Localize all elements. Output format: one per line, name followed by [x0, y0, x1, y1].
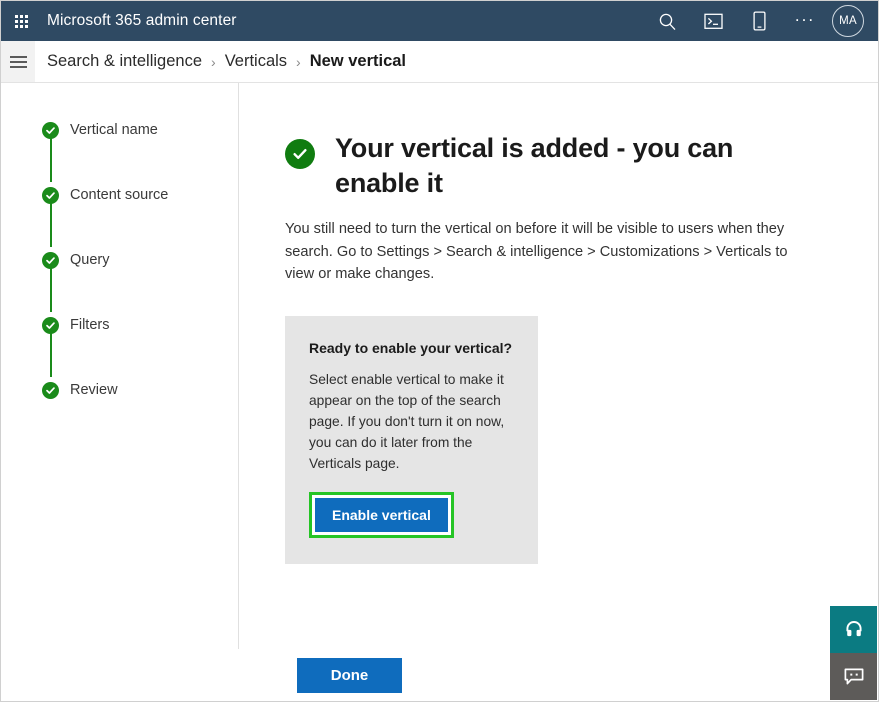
page-title: Your vertical is added - you can enable … — [335, 133, 734, 198]
mobile-icon[interactable] — [736, 1, 782, 41]
waffle-dot — [19, 14, 23, 18]
waffle-dot — [19, 19, 23, 23]
waffle-grid — [14, 14, 28, 28]
search-icon[interactable] — [644, 1, 690, 41]
floating-help-widgets — [830, 606, 877, 700]
wizard-step-review[interactable]: Review — [1, 379, 238, 401]
step-connector-line — [49, 138, 52, 182]
more-icon[interactable]: ... — [782, 1, 828, 41]
step-connector-line — [49, 203, 52, 247]
main-panel: Your vertical is added - you can enable … — [239, 83, 878, 649]
success-headline: Your vertical is added - you can enable … — [285, 131, 785, 200]
feedback-chat-icon[interactable] — [830, 653, 877, 700]
intro-paragraph: You still need to turn the vertical on b… — [285, 221, 788, 283]
enable-vertical-button[interactable]: Enable vertical — [315, 497, 448, 532]
callout-body: Select enable vertical to make it appear… — [309, 371, 505, 471]
chevron-right-icon: › — [211, 53, 216, 70]
wizard-step-query[interactable]: Query — [1, 249, 238, 312]
footer-bar: Done — [1, 649, 878, 701]
waffle-dot — [14, 14, 18, 18]
hamburger-lines — [9, 55, 27, 68]
hamburger-line — [9, 55, 27, 58]
hamburger-line — [9, 60, 27, 63]
breadcrumb-item-new-vertical: New vertical — [309, 52, 407, 70]
app-launcher-waffle-icon[interactable] — [1, 1, 41, 41]
enable-vertical-highlight: Enable vertical — [309, 491, 454, 538]
more-dots: ... — [794, 6, 816, 25]
waffle-dot — [24, 24, 28, 28]
hamburger-menu-icon[interactable] — [1, 41, 35, 82]
wizard-step-label: Filters — [70, 317, 110, 333]
waffle-dot — [14, 24, 18, 28]
callout-title: Ready to enable your vertical? — [309, 339, 513, 356]
suite-header-bar: Microsoft 365 admin center ... MA — [1, 1, 878, 41]
wizard-step-filters[interactable]: Filters — [1, 314, 238, 377]
waffle-dot — [24, 19, 28, 23]
content-area: Vertical name Content source Query Filte… — [1, 82, 878, 649]
admin-center-page: Microsoft 365 admin center ... MA Search… — [0, 0, 879, 702]
check-circle-icon — [42, 316, 59, 334]
hamburger-line — [9, 65, 27, 68]
success-check-circle-icon — [285, 139, 315, 169]
check-circle-icon — [42, 186, 59, 204]
support-headset-icon[interactable] — [830, 606, 877, 653]
chevron-right-icon: › — [296, 53, 301, 70]
waffle-dot — [19, 24, 23, 28]
app-title: Microsoft 365 admin center — [47, 12, 237, 29]
check-circle-icon — [42, 381, 59, 399]
wizard-step-label: Content source — [70, 187, 169, 203]
wizard-step-label: Vertical name — [70, 122, 158, 138]
check-circle-icon — [42, 251, 59, 269]
waffle-dot — [24, 14, 28, 18]
breadcrumb: Search & intelligence › Verticals › New … — [47, 52, 406, 71]
breadcrumb-item-search-intelligence[interactable]: Search & intelligence — [47, 52, 202, 71]
breadcrumb-item-verticals[interactable]: Verticals — [225, 52, 287, 71]
console-icon[interactable] — [690, 1, 736, 41]
done-button[interactable]: Done — [296, 658, 403, 693]
wizard-step-label: Query — [70, 252, 110, 268]
wizard-step-vertical-name[interactable]: Vertical name — [1, 119, 238, 182]
avatar[interactable]: MA — [832, 5, 864, 37]
step-connector-line — [49, 268, 52, 312]
check-circle-icon — [42, 121, 59, 139]
wizard-step-label: Review — [70, 382, 118, 398]
wizard-step-rail: Vertical name Content source Query Filte… — [1, 83, 239, 649]
step-connector-line — [49, 333, 52, 377]
wizard-step-content-source[interactable]: Content source — [1, 184, 238, 247]
waffle-dot — [14, 19, 18, 23]
breadcrumb-bar: Search & intelligence › Verticals › New … — [1, 41, 878, 82]
suite-actions: ... MA — [644, 1, 878, 41]
enable-vertical-callout: Ready to enable your vertical? Select en… — [285, 315, 538, 564]
